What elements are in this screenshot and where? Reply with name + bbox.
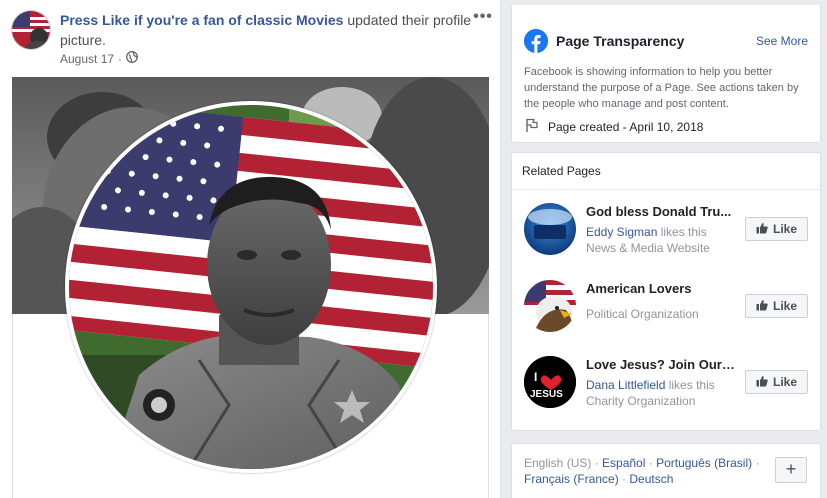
related-page-social: Dana Littlefield likes this — [586, 377, 715, 393]
like-button[interactable]: Like — [745, 217, 808, 241]
facebook-logo-icon — [524, 29, 548, 53]
meta-separator: · — [118, 51, 123, 66]
related-page-thumbnail[interactable] — [524, 280, 576, 332]
related-page-item: American Lovers Political Organization L… — [512, 280, 820, 340]
like-button-label: Like — [772, 299, 797, 313]
like-button-label: Like — [772, 222, 797, 236]
language-selector-card: English (US) · Español · Português (Bras… — [511, 443, 821, 498]
page-transparency-description: Facebook is showing information to help … — [524, 66, 799, 110]
language-link-es[interactable]: Español — [602, 456, 645, 470]
language-link-fr[interactable]: Français (France) — [524, 472, 619, 486]
language-list: English (US) · Español · Português (Bras… — [524, 455, 760, 487]
page-created-row: Page created - April 10, 2018 — [524, 117, 703, 136]
related-page-category: Political Organization — [586, 307, 699, 321]
profile-picture[interactable] — [65, 101, 437, 473]
love-jesus-i-text: I — [534, 370, 538, 384]
ellipsis-icon[interactable]: ••• — [472, 9, 494, 26]
post-meta: August 17 · — [60, 51, 138, 66]
related-page-name[interactable]: Love Jesus? Join Our ... — [586, 357, 736, 372]
related-page-name[interactable]: American Lovers — [586, 281, 736, 296]
thumbs-up-icon — [756, 299, 768, 314]
related-page-item: I JESUS Love Jesus? Join Our ... Dana Li… — [512, 356, 820, 416]
like-button[interactable]: Like — [745, 370, 808, 394]
page-name-link[interactable]: Press Like if you're a fan of classic Mo… — [60, 12, 343, 28]
flag-icon — [524, 117, 540, 136]
language-link-pt[interactable]: Português (Brasil) — [656, 456, 752, 470]
page-transparency-card: Page Transparency See More Facebook is s… — [511, 5, 821, 143]
language-link-de[interactable]: Deutsch — [629, 472, 673, 486]
related-page-thumbnail[interactable] — [524, 203, 576, 255]
add-language-button[interactable]: + — [775, 457, 807, 483]
related-pages-card: Related Pages TRUMP SUPPORTERS God bless… — [511, 152, 821, 431]
see-more-link[interactable]: See More — [756, 34, 808, 48]
thumbs-up-icon — [756, 375, 768, 390]
related-page-thumbnail[interactable]: I JESUS — [524, 356, 576, 408]
language-separator: · — [591, 456, 603, 470]
friend-name-link[interactable]: Dana Littlefield — [586, 378, 665, 392]
feed-post: Press Like if you're a fan of classic Mo… — [0, 0, 501, 498]
love-jesus-jesus-text: JESUS — [530, 389, 563, 400]
related-page-category: News & Media Website — [586, 241, 710, 255]
post-header-text: Press Like if you're a fan of classic Mo… — [60, 10, 480, 50]
language-separator: · — [752, 456, 760, 470]
likes-this-text: likes this — [665, 378, 715, 392]
thumbs-up-icon — [756, 222, 768, 237]
like-button-label: Like — [772, 375, 797, 389]
globe-icon — [126, 51, 138, 66]
related-page-name[interactable]: God bless Donald Tru... — [586, 204, 736, 219]
language-separator: · — [618, 472, 630, 486]
language-separator: · — [645, 456, 657, 470]
related-page-category: Charity Organization — [586, 394, 696, 408]
related-pages-title: Related Pages — [512, 153, 820, 190]
page-created-text: Page created - April 10, 2018 — [548, 119, 704, 134]
related-page-item: TRUMP SUPPORTERS God bless Donald Tru...… — [512, 203, 820, 287]
language-current: English (US) — [524, 456, 592, 470]
page-transparency-title: Page Transparency — [556, 33, 685, 49]
page-avatar[interactable] — [11, 10, 51, 50]
page-transparency-header: Page Transparency — [524, 29, 684, 53]
like-button[interactable]: Like — [745, 294, 808, 318]
post-date[interactable]: August 17 — [60, 52, 114, 66]
likes-this-text: likes this — [657, 225, 707, 239]
related-page-social: Eddy Sigman likes this — [586, 224, 707, 240]
friend-name-link[interactable]: Eddy Sigman — [586, 225, 657, 239]
